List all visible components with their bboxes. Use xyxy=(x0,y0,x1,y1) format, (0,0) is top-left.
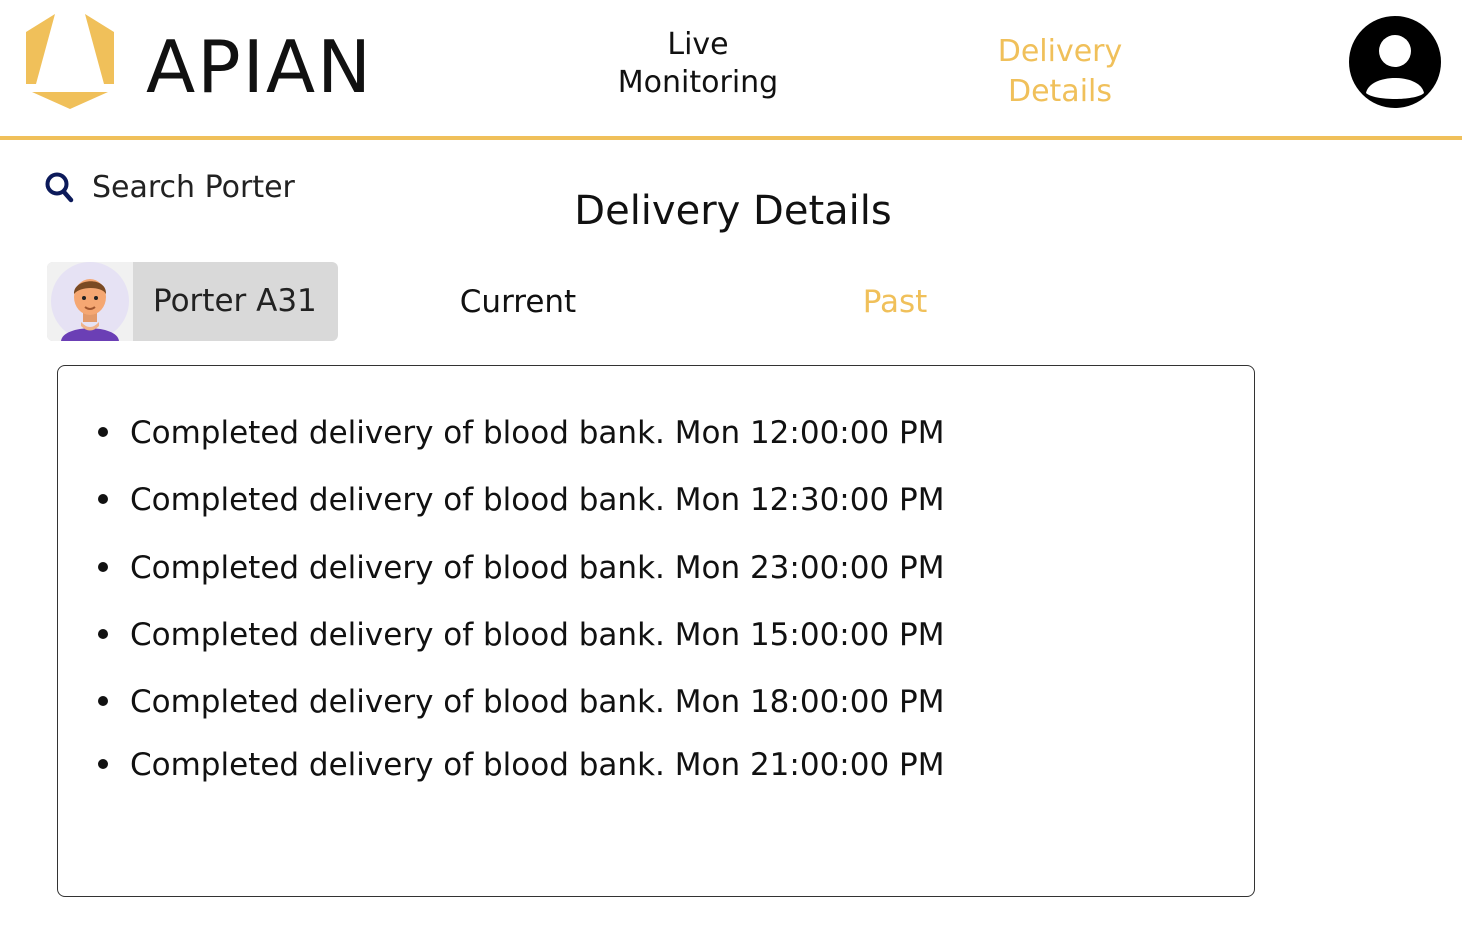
delivery-text: Completed delivery of blood bank. Mon 23… xyxy=(130,550,945,586)
tab-past[interactable]: Past xyxy=(800,280,990,324)
search-icon xyxy=(45,172,74,203)
porter-avatar-icon xyxy=(51,262,129,341)
search-placeholder: Search Porter xyxy=(92,169,295,205)
apian-logo-icon xyxy=(26,14,114,109)
delivery-text: Completed delivery of blood bank. Mon 15… xyxy=(130,617,945,653)
delivery-text: Completed delivery of blood bank. Mon 21… xyxy=(130,747,945,783)
bullet-icon xyxy=(98,759,108,769)
porter-chip[interactable]: Porter A31 xyxy=(47,262,338,341)
delivery-list-panel: Completed delivery of blood bank. Mon 12… xyxy=(57,365,1255,897)
bullet-icon xyxy=(98,629,108,639)
search-porter-input[interactable]: Search Porter xyxy=(44,166,295,208)
bullet-icon xyxy=(98,427,108,437)
page-title: Delivery Details xyxy=(574,188,892,234)
delivery-text: Completed delivery of blood bank. Mon 12… xyxy=(130,482,945,518)
bullet-icon xyxy=(98,494,108,504)
brand-name: APIAN xyxy=(146,25,374,109)
tab-current[interactable]: Current xyxy=(420,280,616,324)
bullet-icon xyxy=(98,562,108,572)
user-circle-icon[interactable] xyxy=(1348,15,1442,109)
delivery-text: Completed delivery of blood bank. Mon 18… xyxy=(130,684,945,720)
header-divider xyxy=(0,136,1462,140)
nav-live-monitoring[interactable]: Live Monitoring xyxy=(600,26,796,102)
avatar xyxy=(47,262,133,341)
bullet-icon xyxy=(98,696,108,706)
delivery-text: Completed delivery of blood bank. Mon 12… xyxy=(130,415,945,451)
nav-delivery-details[interactable]: Delivery Details xyxy=(960,32,1160,112)
porter-name: Porter A31 xyxy=(153,283,317,319)
